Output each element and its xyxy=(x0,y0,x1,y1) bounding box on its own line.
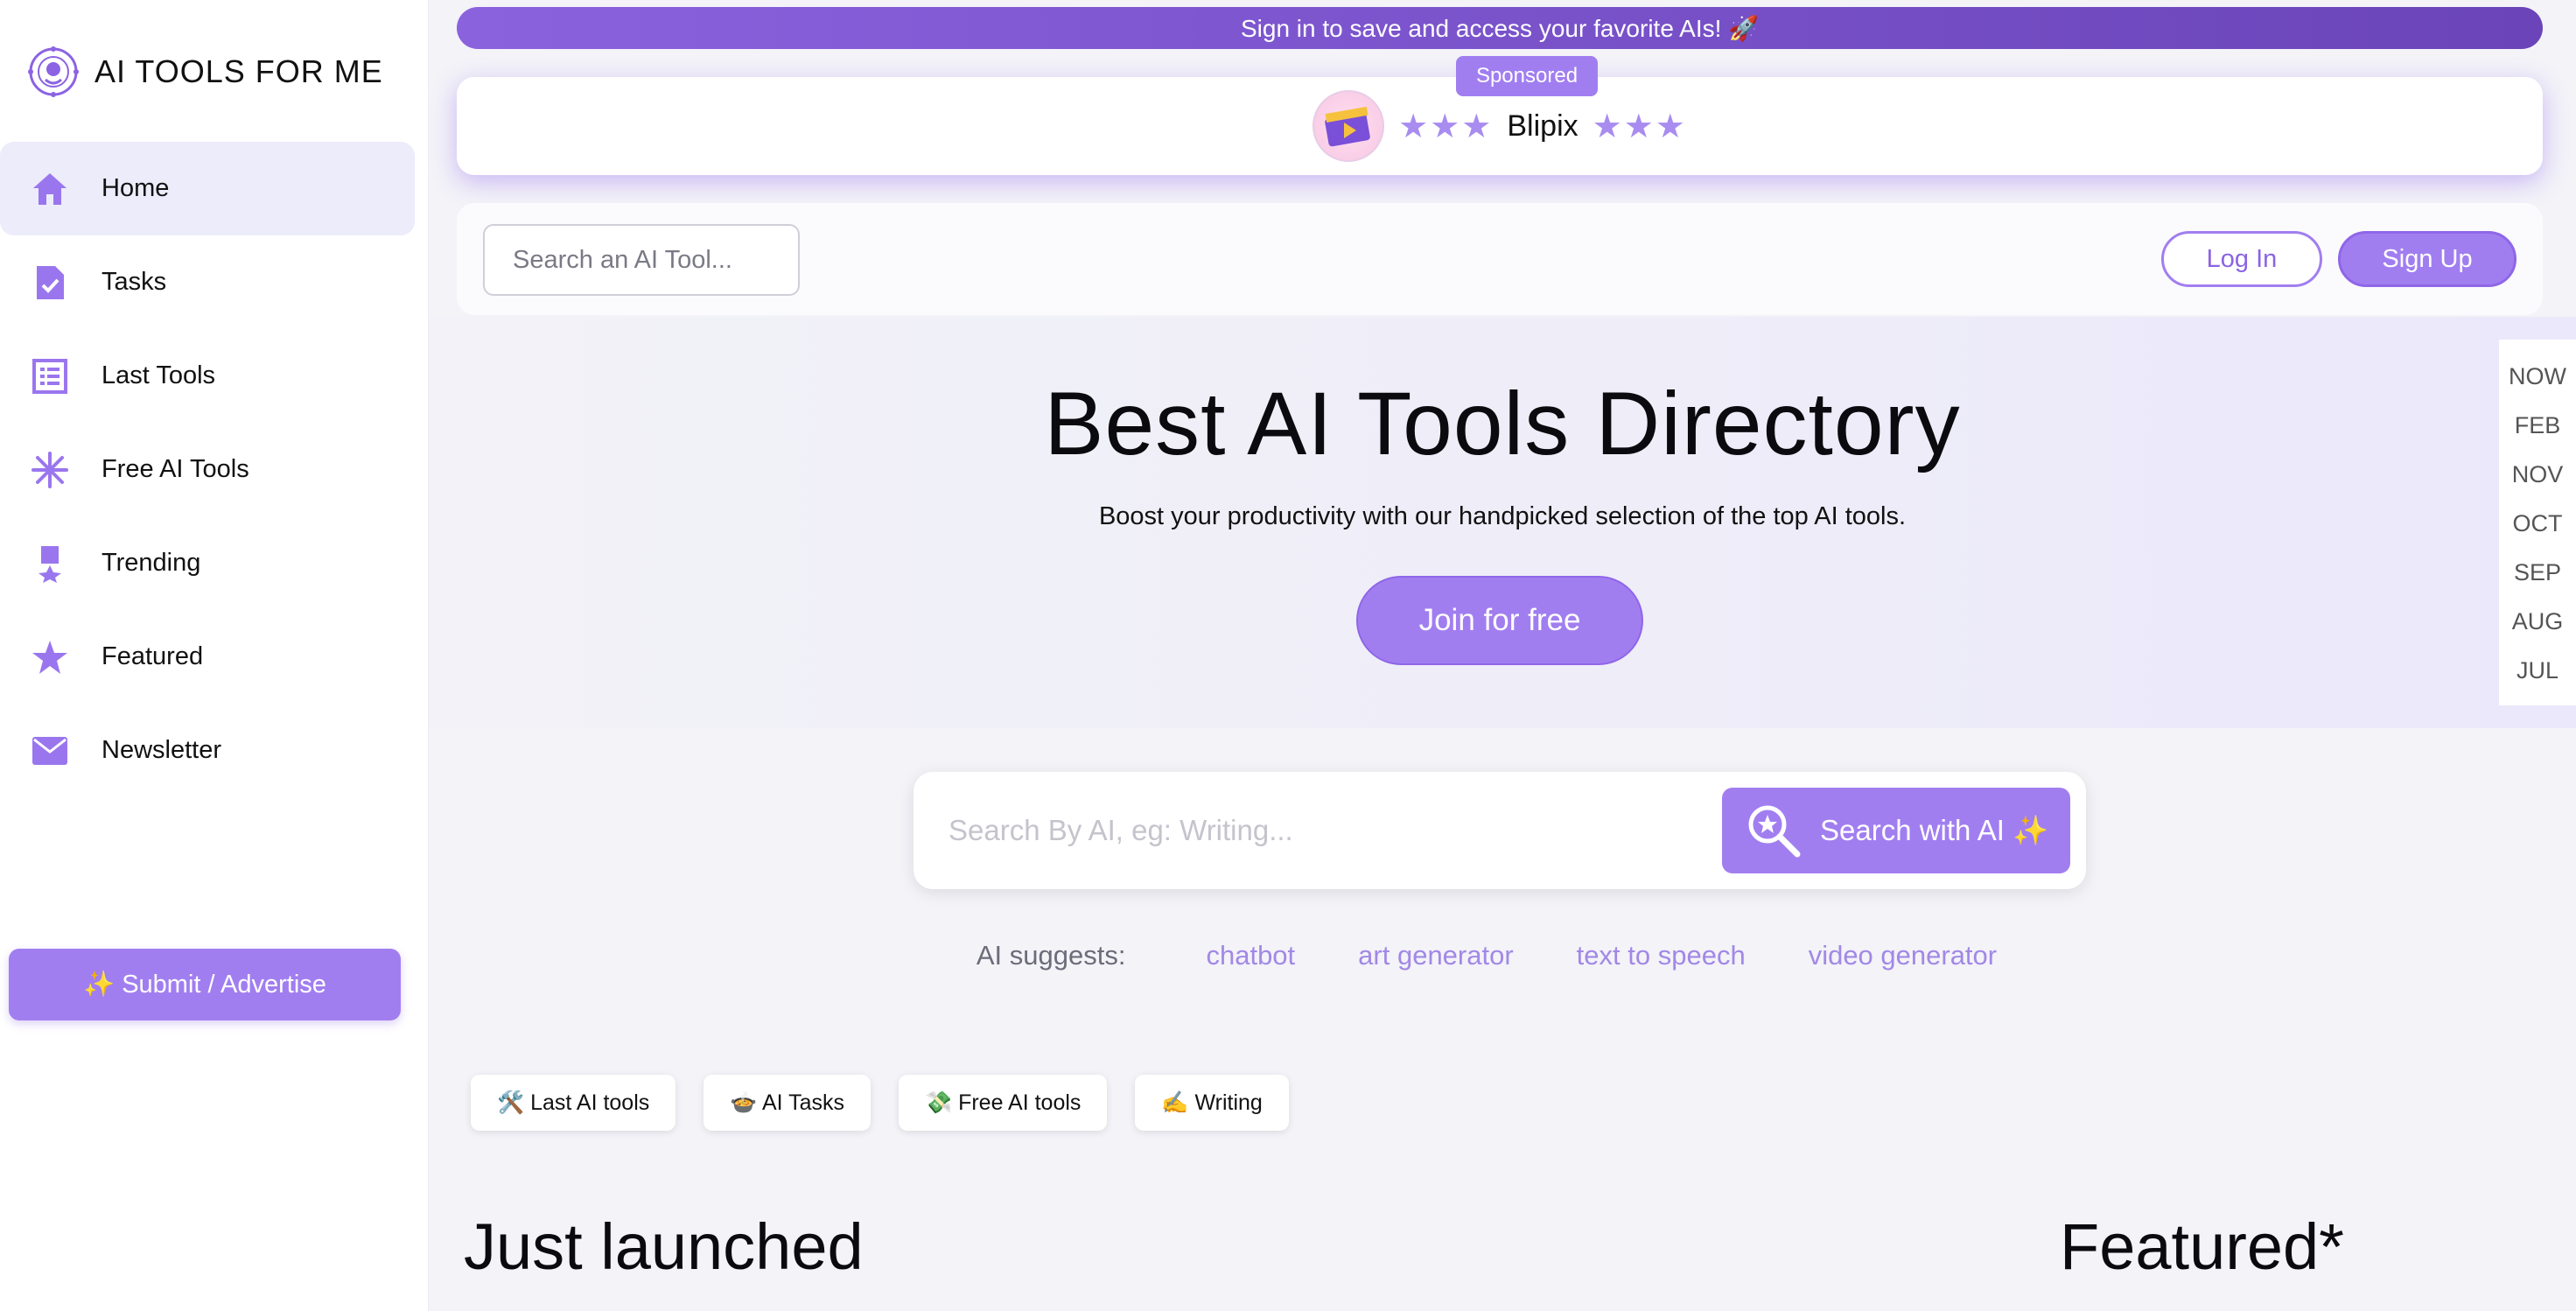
search-with-ai-button[interactable]: Search with AI ✨ xyxy=(1722,788,2070,873)
sidebar-item-trending[interactable]: Trending xyxy=(0,516,415,610)
hero-title: Best AI Tools Directory xyxy=(1044,374,1961,473)
sidebar-item-free-ai-tools[interactable]: Free AI Tools xyxy=(0,423,415,516)
timeline-item[interactable]: FEB xyxy=(2515,401,2561,450)
suggestion-link[interactable]: text to speech xyxy=(1577,940,1746,971)
ai-search-box: Search with AI ✨ xyxy=(914,772,2086,889)
sidebar-nav: Home Tasks Last Tools Free AI Tools Tren… xyxy=(0,142,429,797)
sidebar-item-label: Free AI Tools xyxy=(102,455,249,483)
signin-banner[interactable]: Sign in to save and access your favorite… xyxy=(457,7,2543,49)
chip-ai-tasks[interactable]: 🍲 AI Tasks xyxy=(704,1075,871,1131)
ai-suggestions: AI suggests: chatbot art generator text … xyxy=(429,935,2576,977)
task-doc-icon xyxy=(30,263,70,303)
hero-section: Best AI Tools Directory Boost your produ… xyxy=(429,317,2576,728)
just-launched-heading: Just launched xyxy=(464,1210,864,1283)
chip-writing[interactable]: ✍️ Writing xyxy=(1135,1075,1289,1131)
sidebar: AI TOOLS FOR ME Home Tasks Last Tools Fr… xyxy=(0,0,429,1311)
sidebar-item-label: Newsletter xyxy=(102,736,221,764)
timeline-item[interactable]: AUG xyxy=(2512,597,2564,646)
suggestion-link[interactable]: video generator xyxy=(1809,940,1997,971)
brand-name: AI TOOLS FOR ME xyxy=(94,53,383,89)
sidebar-item-home[interactable]: Home xyxy=(0,142,415,235)
chip-free-ai-tools[interactable]: 💸 Free AI tools xyxy=(899,1075,1108,1131)
star-icon xyxy=(30,637,70,677)
timeline-item[interactable]: OCT xyxy=(2513,499,2563,548)
suggestion-link[interactable]: chatbot xyxy=(1206,940,1295,971)
chip-last-ai-tools[interactable]: 🛠️ Last AI tools xyxy=(471,1075,676,1131)
sidebar-item-label: Tasks xyxy=(102,268,167,296)
timeline-item[interactable]: NOW xyxy=(2509,352,2566,401)
ai-search-input[interactable] xyxy=(948,798,1701,863)
sponsor-row: ★★★ Blipix ★★★ xyxy=(457,90,2543,162)
timeline-item[interactable]: NOV xyxy=(2512,450,2564,499)
rating-stars-right: ★★★ xyxy=(1592,108,1687,145)
category-chips: 🛠️ Last AI tools 🍲 AI Tasks 💸 Free AI to… xyxy=(471,1075,1289,1131)
sidebar-item-label: Home xyxy=(102,174,170,202)
suggest-label: AI suggests: xyxy=(976,940,1126,971)
sidebar-item-label: Featured xyxy=(102,642,204,670)
home-icon xyxy=(30,169,70,209)
signup-button[interactable]: Sign Up xyxy=(2338,231,2516,287)
suggestion-link[interactable]: art generator xyxy=(1358,940,1514,971)
sidebar-item-featured[interactable]: Featured xyxy=(0,610,415,704)
timeline-nav: NOW FEB NOV OCT SEP AUG JUL xyxy=(2499,340,2576,705)
brand-logo[interactable]: AI TOOLS FOR ME xyxy=(28,44,383,100)
list-icon xyxy=(30,356,70,396)
featured-heading: Featured* xyxy=(2060,1210,2344,1283)
sidebar-item-newsletter[interactable]: Newsletter xyxy=(0,704,415,797)
join-free-button[interactable]: Join for free xyxy=(1356,576,1643,665)
timeline-item[interactable]: JUL xyxy=(2516,646,2558,695)
sidebar-item-label: Trending xyxy=(102,549,201,577)
sidebar-item-label: Last Tools xyxy=(102,361,216,389)
timeline-item[interactable]: SEP xyxy=(2514,548,2561,597)
sidebar-item-last-tools[interactable]: Last Tools xyxy=(0,329,415,423)
sidebar-item-tasks[interactable]: Tasks xyxy=(0,235,415,329)
sponsor-logo xyxy=(1312,90,1385,162)
main-content: Sign in to save and access your favorite… xyxy=(429,0,2576,1311)
header-bar: Log In Sign Up xyxy=(457,203,2543,315)
login-button[interactable]: Log In xyxy=(2161,231,2322,287)
search-with-ai-label: Search with AI ✨ xyxy=(1820,813,2049,846)
rating-stars-left: ★★★ xyxy=(1398,108,1494,145)
submit-advertise-button[interactable]: ✨ Submit / Advertise xyxy=(9,949,401,1020)
mail-icon xyxy=(30,731,70,771)
hero-subtitle: Boost your productivity with our handpic… xyxy=(1098,502,1907,530)
sponsor-name[interactable]: Blipix xyxy=(1507,109,1578,144)
tool-search-input[interactable] xyxy=(483,224,800,296)
snowflake-icon xyxy=(30,450,70,490)
video-clapper-icon xyxy=(1325,106,1370,147)
medal-icon xyxy=(30,543,70,584)
brain-logo-icon xyxy=(28,46,79,97)
sponsor-card[interactable]: Sponsored ★★★ Blipix ★★★ xyxy=(457,56,2543,175)
magnifier-star-icon xyxy=(1748,805,1801,858)
